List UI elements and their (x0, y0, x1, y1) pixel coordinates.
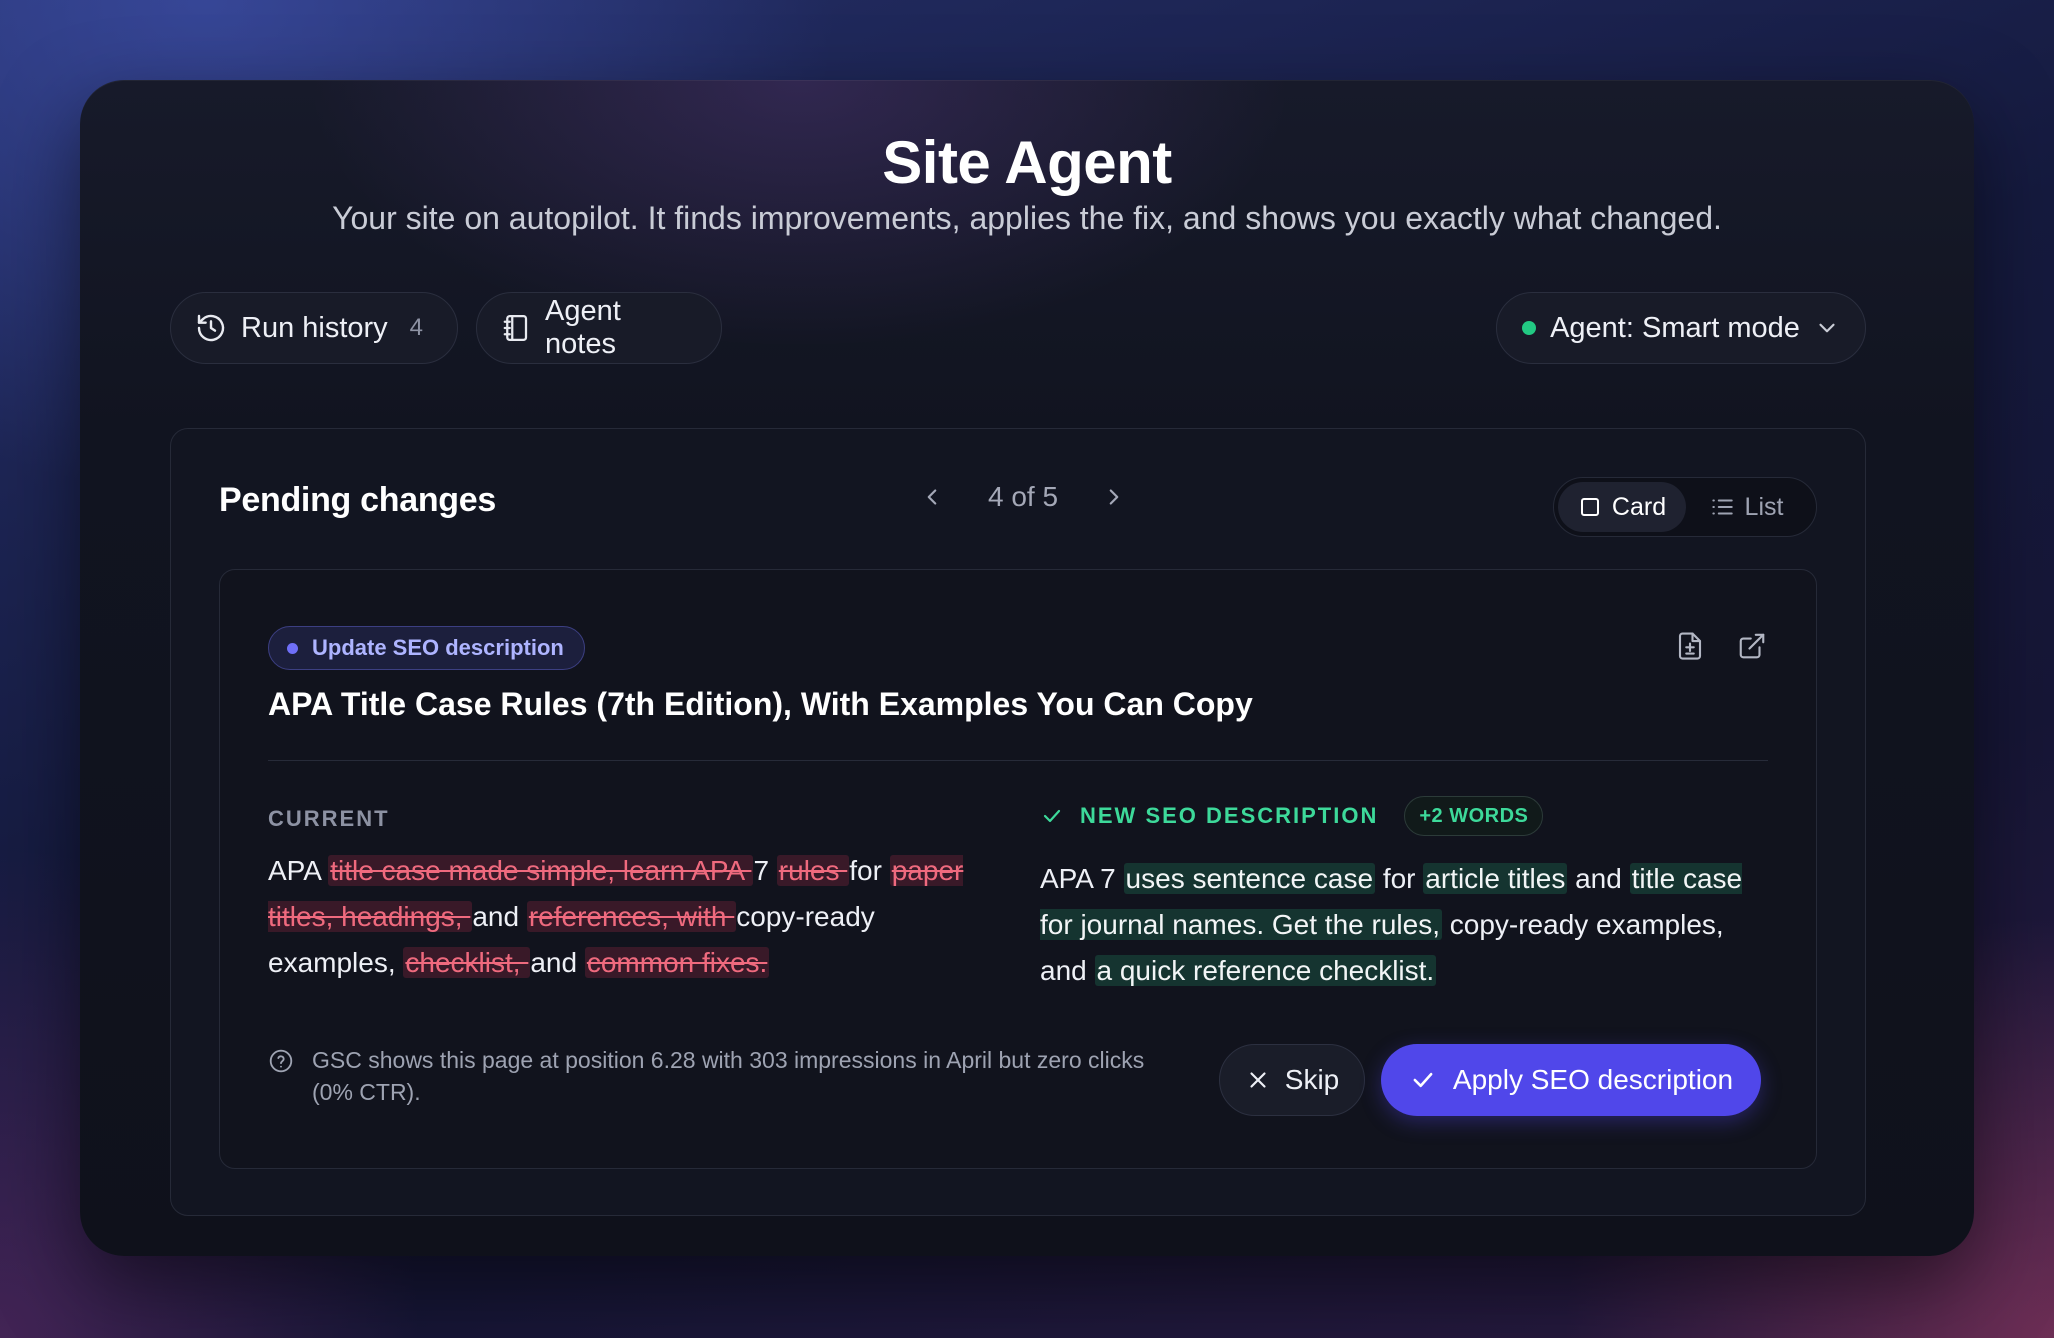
view-list-button[interactable]: List (1686, 482, 1806, 532)
removed-text: rules (776, 855, 850, 886)
help-circle-icon (269, 1049, 293, 1073)
page-title: Site Agent (882, 129, 1172, 196)
view-list-label: List (1744, 492, 1784, 521)
chevron-down-icon (1819, 323, 1835, 333)
pending-changes-section: Pending changes 4 of 5 Card List Update … (170, 428, 1866, 1216)
removed-text: references, with (526, 901, 737, 932)
unchanged-text: 7 (753, 855, 777, 886)
change-type-label: Update SEO description (312, 635, 564, 660)
card-divider (268, 760, 1768, 761)
pending-changes-title: Pending changes (219, 481, 496, 519)
run-history-button[interactable]: Run history 4 (170, 292, 458, 364)
change-card: Update SEO description APA Title Case Ru… (219, 569, 1817, 1169)
current-description: APA title case made simple, learn APA 7 … (268, 848, 968, 986)
skip-button[interactable]: Skip (1219, 1044, 1365, 1116)
change-type-badge: Update SEO description (268, 626, 585, 670)
unchanged-text: and (1567, 863, 1630, 894)
square-icon (1580, 498, 1599, 516)
history-icon (197, 314, 225, 342)
unchanged-text: for (849, 855, 890, 886)
notebook-icon (503, 315, 528, 341)
run-history-label: Run history (241, 311, 388, 344)
agent-notes-button[interactable]: Agent notes (476, 292, 722, 364)
view-diff-button[interactable] (1674, 630, 1706, 662)
removed-text: checklist, (403, 947, 531, 978)
card-actions (1674, 630, 1768, 662)
view-card-button[interactable]: Card (1558, 482, 1686, 532)
list-icon (1711, 499, 1733, 515)
pager-text: 4 of 5 (988, 481, 1059, 512)
chevron-left-icon (927, 489, 937, 505)
pager: 4 of 5 (916, 481, 1130, 513)
added-text: article titles (1423, 863, 1568, 894)
change-page-title: APA Title Case Rules (7th Edition), With… (268, 686, 1253, 722)
current-label: CURRENT (268, 806, 390, 831)
external-link-icon (1739, 633, 1765, 659)
skip-label: Skip (1284, 1064, 1340, 1095)
check-icon (1043, 809, 1061, 823)
page-subtitle: Your site on autopilot. It finds improve… (332, 200, 1722, 236)
unchanged-text: and (472, 901, 527, 932)
change-type-dot (287, 642, 298, 654)
apply-label: Apply SEO description (1452, 1064, 1734, 1095)
unchanged-text: APA 7 (1040, 863, 1124, 894)
added-text: uses sentence case (1123, 863, 1376, 894)
check-icon (1413, 1072, 1433, 1088)
agent-status-dot (1522, 321, 1537, 335)
apply-seo-description-button[interactable]: Apply SEO description (1381, 1044, 1761, 1116)
run-history-count: 4 (409, 314, 424, 341)
next-change-button[interactable] (1098, 481, 1130, 513)
new-description-label: NEW SEO DESCRIPTION (1080, 803, 1379, 828)
added-text: a quick reference checklist. (1094, 955, 1437, 986)
agent-notes-label: Agent notes (545, 295, 621, 360)
close-icon (1250, 1072, 1266, 1088)
unchanged-text: APA (268, 855, 329, 886)
unchanged-text: and (530, 947, 585, 978)
open-page-button[interactable] (1736, 630, 1768, 662)
prev-change-button[interactable] (916, 481, 948, 513)
file-diff-icon (1678, 632, 1702, 660)
unchanged-text: for (1375, 863, 1424, 894)
removed-text: title case made simple, learn APA (328, 855, 754, 886)
site-agent-panel: Site Agent Your site on autopilot. It fi… (80, 80, 1974, 1256)
removed-text: common fixes. (584, 947, 770, 978)
new-description: APA 7 uses sentence case for article tit… (1040, 856, 1770, 994)
agent-mode-label: Agent: Smart mode (1550, 311, 1800, 344)
chevron-right-icon (1109, 489, 1119, 505)
agent-mode-dropdown[interactable]: Agent: Smart mode (1496, 292, 1866, 364)
evidence-note: GSC shows this page at position 6.28 wit… (268, 1044, 1168, 1108)
new-description-header: NEW SEO DESCRIPTION +2 WORDS (1040, 796, 1544, 836)
evidence-note-text: GSC shows this page at position 6.28 wit… (312, 1047, 1145, 1105)
word-delta-badge: +2 WORDS (1404, 796, 1544, 836)
view-card-label: Card (1611, 492, 1667, 521)
view-toggle: Card List (1553, 477, 1817, 537)
